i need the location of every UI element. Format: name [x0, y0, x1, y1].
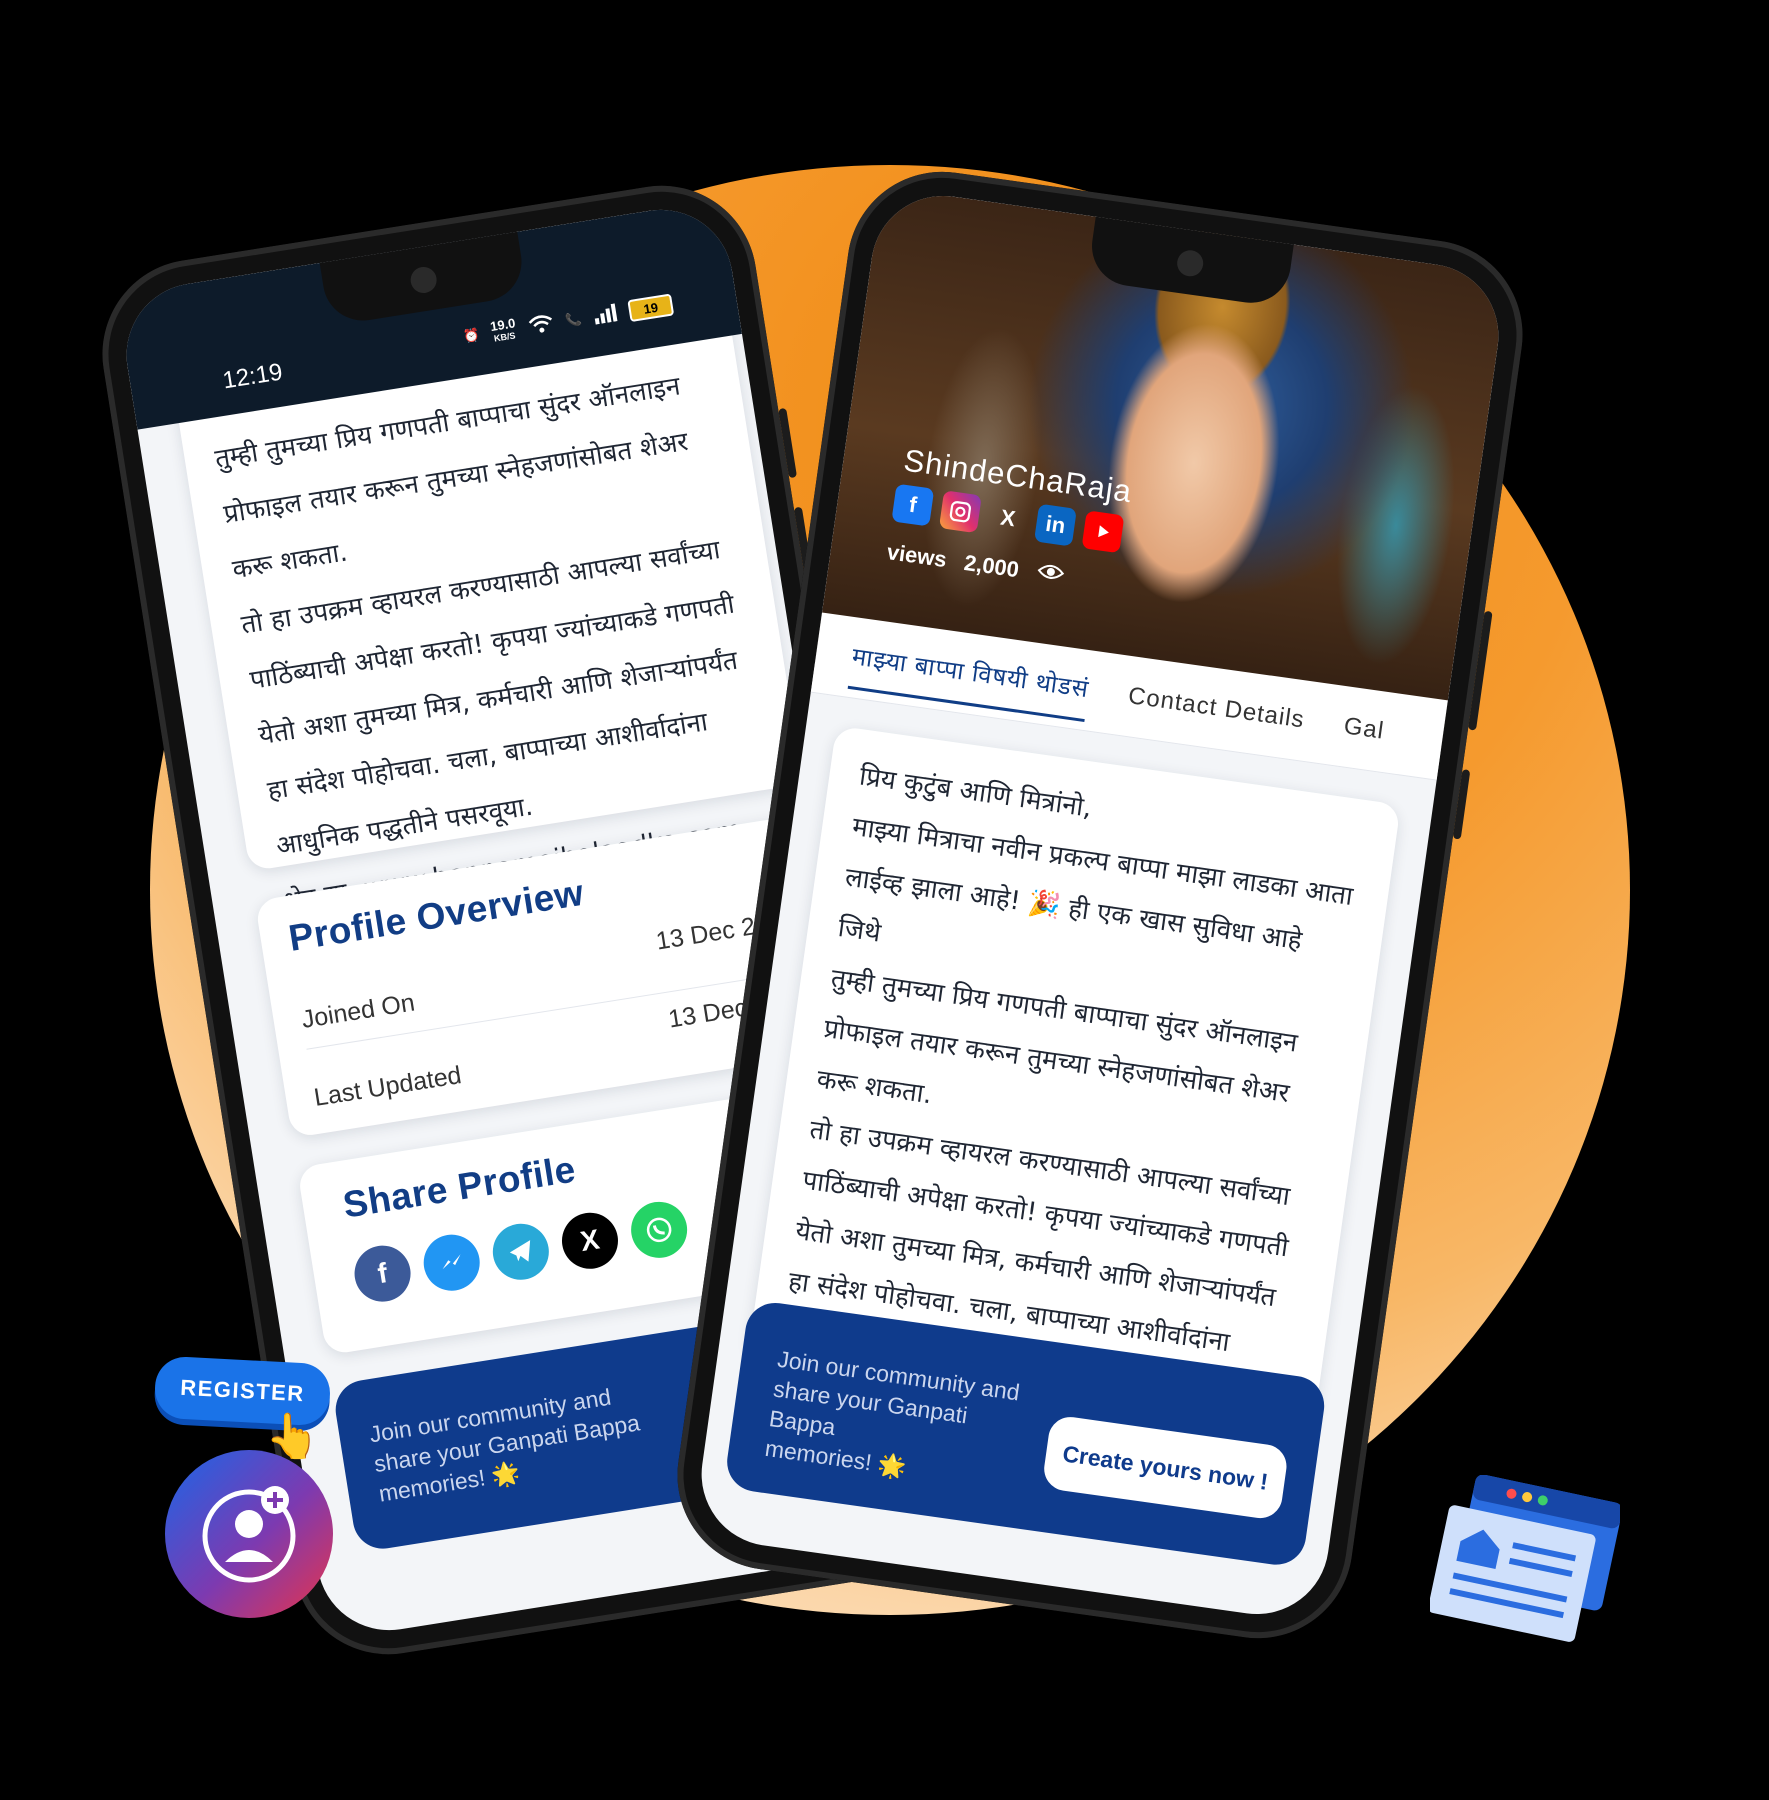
youtube-icon[interactable] — [1081, 510, 1125, 554]
views-label: views — [885, 539, 949, 573]
views-count: 2,000 — [962, 549, 1021, 583]
front-camera — [408, 265, 439, 295]
add-user-icon — [165, 1450, 333, 1618]
signal-icon — [592, 302, 619, 327]
instagram-icon[interactable] — [938, 490, 982, 534]
tab-gallery[interactable]: Gal — [1340, 698, 1388, 759]
messenger-icon[interactable] — [419, 1230, 484, 1295]
facebook-icon[interactable]: f — [350, 1241, 415, 1306]
battery-icon: 19 — [627, 293, 675, 323]
front-camera — [1175, 248, 1205, 278]
tab-contact-details[interactable]: Contact Details — [1124, 668, 1308, 748]
whatsapp-icon[interactable] — [627, 1197, 692, 1262]
status-time: 12:19 — [220, 358, 285, 395]
facebook-icon[interactable]: f — [891, 483, 935, 527]
banner-text: Join our community and share your Ganpat… — [763, 1344, 1037, 1499]
updated-label: Last Updated — [312, 1061, 464, 1112]
telegram-icon[interactable] — [488, 1219, 553, 1284]
x-icon[interactable]: X — [557, 1208, 623, 1273]
create-yours-button[interactable]: Create yours now ! — [1041, 1414, 1290, 1521]
x-icon[interactable]: X — [986, 497, 1029, 540]
joined-label: Joined On — [299, 988, 417, 1034]
promo-stage: 12:19 ⏰ 19.0 KB/S 📞 19 तुम्ही तुमच्या प्… — [0, 0, 1769, 1800]
views-counter: views 2,000 — [885, 539, 1066, 590]
browser-window-icon — [1428, 1474, 1623, 1645]
speed-unit: KB/S — [493, 330, 517, 344]
status-icons: ⏰ 19.0 KB/S 📞 19 — [462, 292, 675, 349]
eye-icon — [1035, 560, 1066, 590]
wifi-icon — [526, 312, 555, 339]
linkedin-icon[interactable]: in — [1033, 503, 1077, 547]
call-icon: 📞 — [564, 310, 583, 329]
network-speed: 19.0 KB/S — [489, 315, 518, 345]
alarm-icon: ⏰ — [462, 327, 481, 345]
